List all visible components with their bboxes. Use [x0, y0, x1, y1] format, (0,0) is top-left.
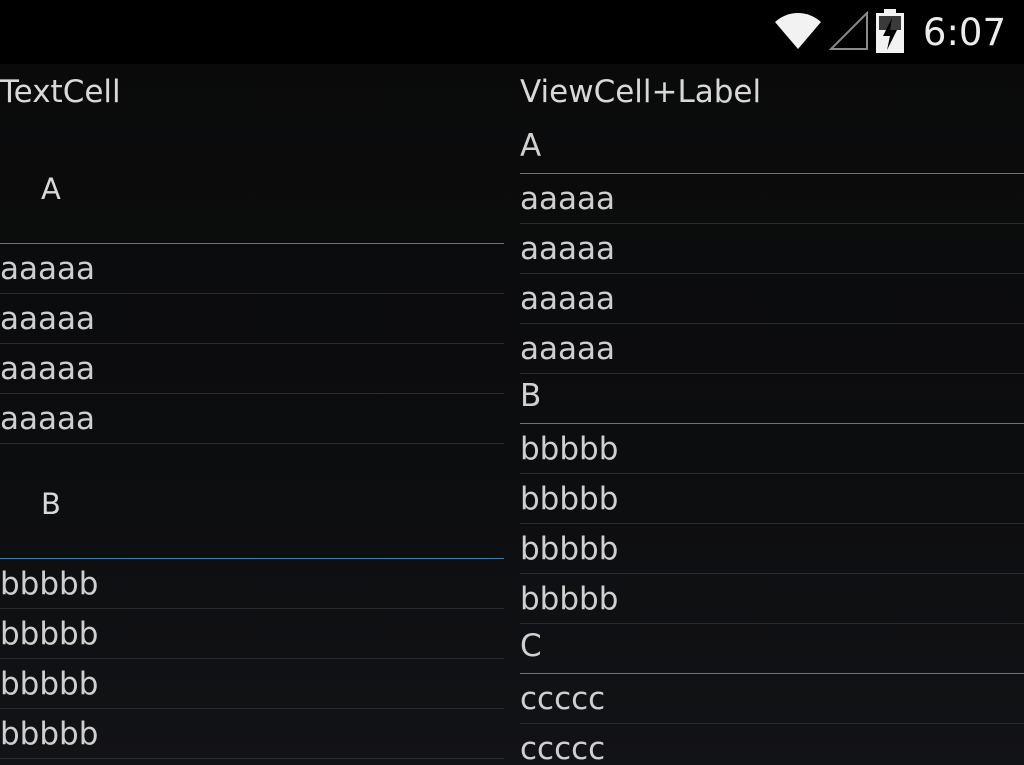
- list-item[interactable]: aaaaa: [520, 324, 1024, 374]
- list-item[interactable]: bbbbb: [0, 559, 504, 609]
- list-item[interactable]: bbbbb: [520, 574, 1024, 624]
- group-header-b: B: [520, 374, 1024, 424]
- list-item[interactable]: aaaaa: [520, 174, 1024, 224]
- list-item[interactable]: bbbbb: [0, 609, 504, 659]
- list-item[interactable]: ccccc: [520, 674, 1024, 724]
- list-item[interactable]: ccccc: [520, 724, 1024, 765]
- pane-title: TextCell: [0, 74, 121, 110]
- group-header-label: A: [41, 172, 61, 206]
- viewcell-pane: ViewCell+Label A aaaaa aaaaa aaaaa aaaaa…: [520, 64, 1024, 765]
- cell-signal-icon: [828, 10, 869, 55]
- list-item[interactable]: bbbbb: [0, 709, 504, 759]
- list-item[interactable]: bbbbb: [520, 424, 1024, 474]
- battery-charging-icon: [875, 9, 905, 57]
- pane-title: ViewCell+Label: [520, 74, 762, 110]
- list-item[interactable]: aaaaa: [0, 344, 504, 394]
- textcell-pane: TextCell A aaaaa aaaaa aaaaa aaaaa B bbb…: [0, 64, 504, 765]
- group-header-a: A: [520, 124, 1024, 174]
- list-item[interactable]: bbbbb: [520, 474, 1024, 524]
- status-bar: 6:07: [0, 0, 1024, 64]
- group-header-a: A: [0, 120, 504, 244]
- list-item[interactable]: bbbbb: [0, 659, 504, 709]
- group-list-a: aaaaa aaaaa aaaaa aaaaa: [0, 244, 504, 444]
- group-header-c: C: [520, 624, 1024, 674]
- list-item[interactable]: aaaaa: [0, 394, 504, 444]
- list-item[interactable]: aaaaa: [520, 224, 1024, 274]
- wifi-icon: [773, 11, 823, 55]
- group-header-label: B: [41, 487, 61, 521]
- list-item[interactable]: aaaaa: [0, 294, 504, 344]
- list-item[interactable]: bbbbb: [520, 524, 1024, 574]
- group-list-b: bbbbb bbbbb bbbbb bbbbb: [0, 559, 504, 759]
- app-screen: 6:07 TextCell A aaaaa aaaaa aaaaa aaaaa …: [0, 0, 1024, 765]
- group-header-b: B: [0, 444, 504, 559]
- status-clock: 6:07: [922, 11, 1006, 54]
- list-item[interactable]: aaaaa: [520, 274, 1024, 324]
- status-icons: 6:07: [773, 9, 1006, 57]
- list-item[interactable]: aaaaa: [0, 244, 504, 294]
